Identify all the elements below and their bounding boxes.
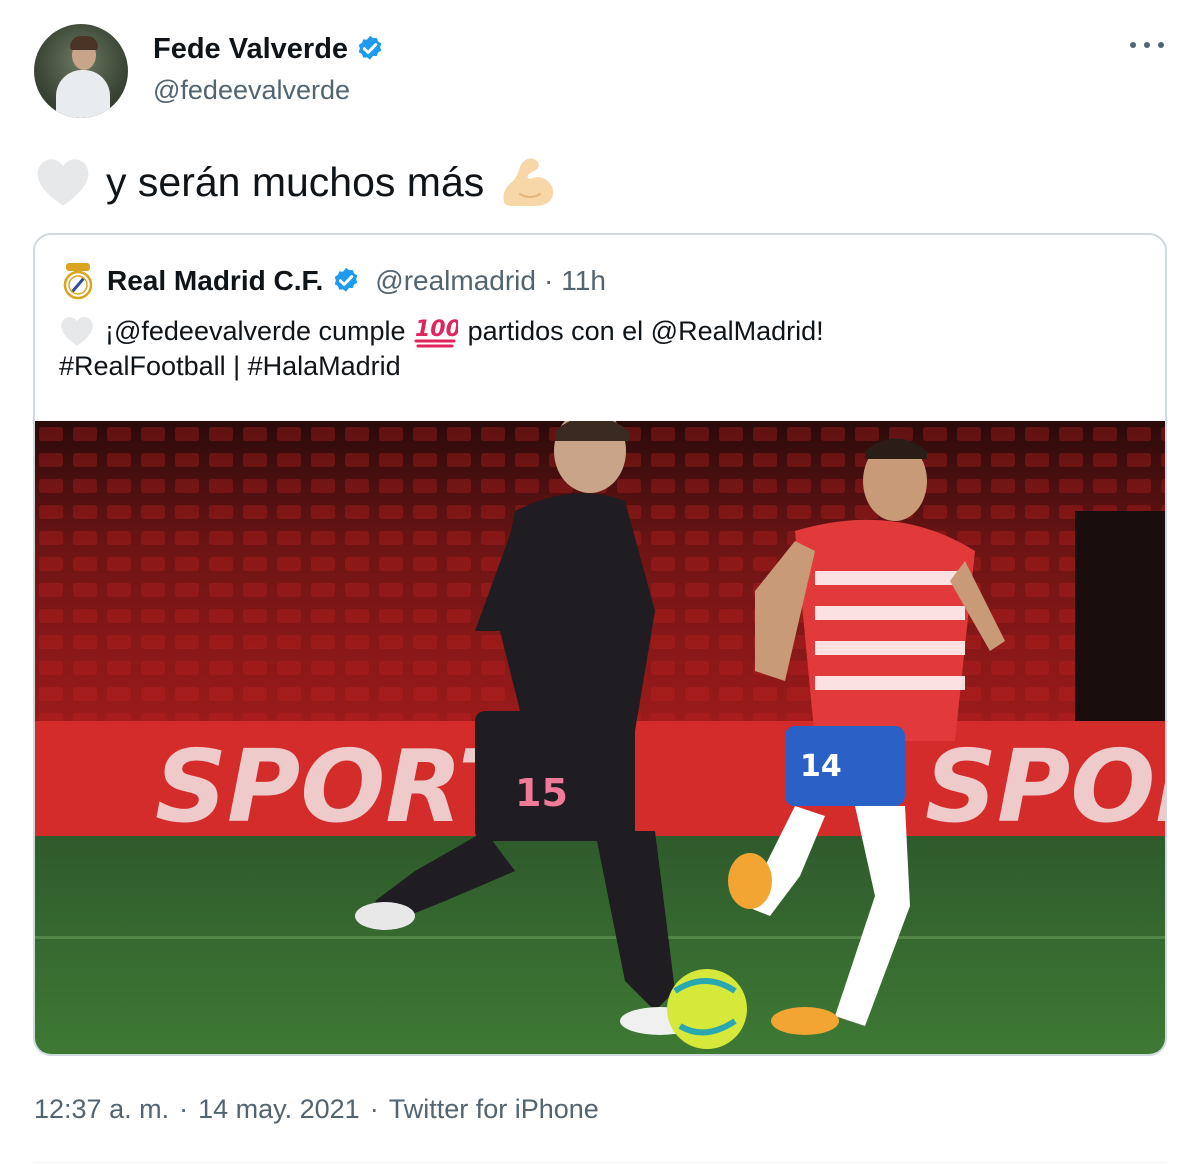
tweet-body: y serán muchos más: [106, 158, 485, 205]
tweet-source[interactable]: Twitter for iPhone: [389, 1094, 599, 1125]
tweet-card: Fede Valverde @fedeevalverde y serán muc…: [0, 0, 1200, 1164]
author-avatar[interactable]: [34, 24, 128, 118]
author-name[interactable]: Fede Valverde: [153, 33, 348, 66]
ad-board-text-right: SPORT: [925, 728, 1165, 845]
flexed-biceps-icon: [503, 158, 554, 206]
quoted-text-part2: partidos con el @RealMadrid!: [467, 315, 824, 346]
tweet-date[interactable]: 14 may. 2021: [198, 1094, 360, 1125]
more-options-icon[interactable]: [1130, 42, 1164, 54]
tweet-time[interactable]: 12:37 a. m.: [34, 1094, 169, 1125]
football: [667, 969, 747, 1049]
tweet-text: y serán muchos más: [34, 152, 558, 212]
verified-badge-icon: [335, 267, 358, 292]
verified-badge-icon: [358, 35, 382, 60]
tweet-footer: 12:37 a. m. · 14 may. 2021 · Twitter for…: [34, 1094, 599, 1125]
quoted-author-handle[interactable]: @realmadrid: [375, 265, 536, 297]
real-madrid-crest-icon: [63, 263, 93, 300]
hundred-points-icon: 100: [414, 317, 458, 348]
white-heart-icon: [61, 316, 93, 346]
separator-dot: ·: [543, 265, 554, 296]
quoted-tweet-text-line1: ¡@fedeevalverde cumple 100 partidos con …: [59, 309, 824, 353]
quoted-tweet-header: Real Madrid C.F. @realmadrid · 11h: [59, 259, 606, 303]
quoted-author-name[interactable]: Real Madrid C.F.: [107, 265, 323, 297]
white-heart-icon: [37, 159, 89, 206]
quoted-tweet-time[interactable]: 11h: [561, 265, 606, 297]
svg-text:100: 100: [415, 317, 458, 342]
quoted-text-part1: ¡@fedeevalverde cumple: [105, 315, 406, 346]
match-photo: SPORT SPORT 15: [35, 421, 1165, 1054]
shirt-number-left: 15: [515, 771, 568, 815]
divider: [34, 1162, 1166, 1163]
quoted-tweet-photo[interactable]: SPORT SPORT 15: [35, 421, 1165, 1054]
shirt-number-right: 14: [800, 749, 842, 784]
separator-dot: ·: [369, 1094, 379, 1124]
author-handle[interactable]: @fedeevalverde: [153, 75, 350, 106]
quoted-tweet[interactable]: Real Madrid C.F. @realmadrid · 11h ¡@fed…: [33, 233, 1167, 1056]
quoted-tweet-hashtags[interactable]: #RealFootball | #HalaMadrid: [59, 351, 401, 382]
separator-dot: ·: [179, 1094, 189, 1124]
